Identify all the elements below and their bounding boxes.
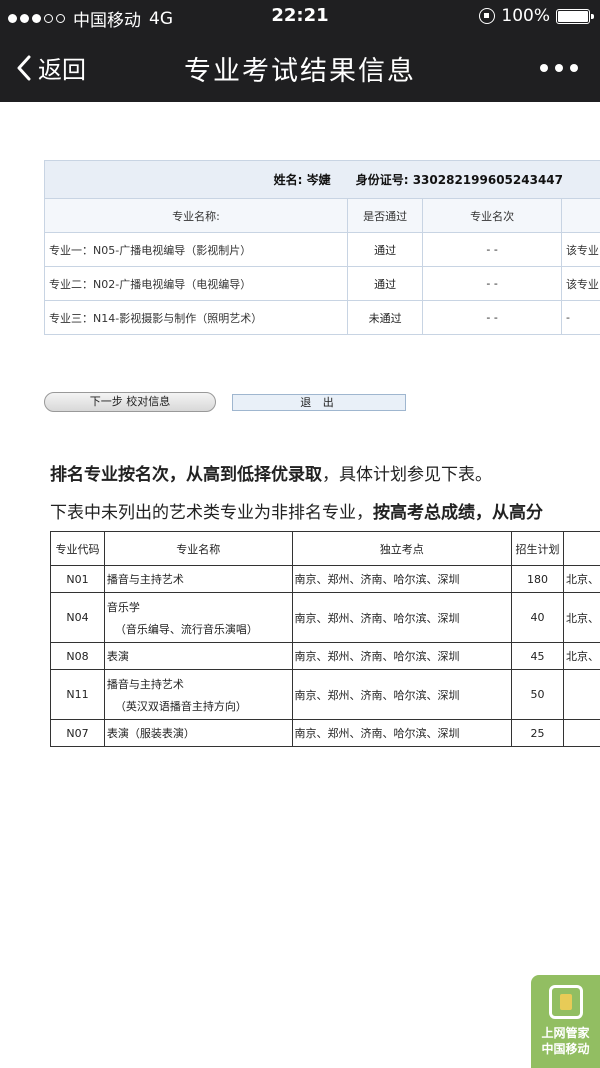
- extra-cell: 该专业: [560, 266, 600, 301]
- network-manager-widget[interactable]: 上网管家 中国移动: [531, 975, 600, 1068]
- battery-icon: [556, 8, 594, 24]
- ranking-note: 排名专业按名次，从高到低择优录取，具体计划参见下表。: [50, 465, 492, 485]
- major-cell: 专业三：N14-影视摄影与制作（照明艺术）: [44, 300, 348, 335]
- rank-cell: - -: [422, 300, 562, 335]
- widget-label-2: 中国移动: [541, 1042, 590, 1056]
- student-info: 姓名: 岑婕 身份证号: 330282199605243447: [44, 160, 600, 199]
- table-row: N07 表演（服装表演） 南京、郑州、济南、哈尔滨、深圳 25: [50, 719, 600, 747]
- table-row: 专业三：N14-影视摄影与制作（照明艺术） 未通过 - - -: [44, 300, 600, 335]
- nav-bar: 返回 专业考试结果信息: [0, 34, 600, 102]
- table-row: N04 音乐学 （音乐编导、流行音乐演唱） 南京、郑州、济南、哈尔滨、深圳 40…: [50, 592, 600, 643]
- more-options-icon[interactable]: [540, 64, 578, 72]
- battery-percent: 100%: [501, 6, 550, 26]
- status-bar: 中国移动 4G 22:21 100%: [0, 0, 600, 34]
- name-cell: 表演: [103, 642, 293, 670]
- non-ranking-note: 下表中未列出的艺术类专业为非排名专业，按高考总成绩，从高分: [50, 503, 543, 523]
- code-cell: N04: [50, 592, 105, 643]
- exam-result-table: 姓名: 岑婕 身份证号: 330282199605243447 专业名称: 是否…: [44, 160, 600, 335]
- header-extra: [560, 198, 600, 233]
- table-row: N08 表演 南京、郑州、济南、哈尔滨、深圳 45 北京、: [50, 642, 600, 670]
- sites-cell: 南京、郑州、济南、哈尔滨、深圳: [291, 642, 513, 670]
- rotation-lock-icon: [479, 8, 496, 24]
- extra-cell: -: [560, 300, 600, 335]
- major-cell: 专业一：N05-广播电视编导（影视制片）: [44, 232, 348, 267]
- quota-cell: 25: [511, 719, 565, 747]
- quota-cell: 45: [511, 642, 565, 670]
- result-header-row: 专业名称: 是否通过 专业名次: [44, 198, 600, 233]
- status-right: 100%: [479, 6, 594, 26]
- widget-label-1: 上网管家: [541, 1026, 590, 1040]
- sites-cell: 南京、郑州、济南、哈尔滨、深圳: [291, 719, 513, 747]
- extra-cell: [563, 669, 600, 720]
- extra-cell: 北京、: [563, 642, 600, 670]
- passed-cell: 未通过: [346, 300, 424, 335]
- page-title: 专业考试结果信息: [184, 56, 416, 87]
- extra-cell: [563, 719, 600, 747]
- table-row: N11 播音与主持艺术 （英汉双语播音主持方向） 南京、郑州、济南、哈尔滨、深圳…: [50, 669, 600, 720]
- table-row: 专业二：N02-广播电视编导（电视编导） 通过 - - 该专业: [44, 266, 600, 301]
- name-cell: 音乐学 （音乐编导、流行音乐演唱）: [103, 592, 293, 643]
- quota-cell: 40: [511, 592, 565, 643]
- header-sites: 独立考点: [291, 531, 513, 566]
- passed-cell: 通过: [346, 232, 424, 267]
- admission-plan-table: 专业代码 专业名称 独立考点 招生计划 N01 播音与主持艺术 南京、郑州、济南…: [50, 531, 600, 747]
- quota-cell: 50: [511, 669, 565, 720]
- header-name: 专业名称: [103, 531, 293, 566]
- major-cell: 专业二：N02-广播电视编导（电视编导）: [44, 266, 348, 301]
- code-cell: N11: [50, 669, 105, 720]
- student-info-row: 姓名: 岑婕 身份证号: 330282199605243447: [44, 160, 600, 199]
- extra-cell: 北京、: [563, 592, 600, 643]
- extra-cell: 该专业: [560, 232, 600, 267]
- plan-header-row: 专业代码 专业名称 独立考点 招生计划: [50, 531, 600, 566]
- name-subtitle: （英汉双语播音主持方向）: [114, 699, 247, 713]
- code-cell: N01: [50, 565, 105, 593]
- header-quota: 招生计划: [511, 531, 565, 566]
- name-cell: 播音与主持艺术: [103, 565, 293, 593]
- exit-button[interactable]: 退 出: [232, 394, 406, 411]
- header-rank: 专业名次: [422, 198, 562, 233]
- quota-cell: 180: [511, 565, 565, 593]
- header-extra: [563, 531, 600, 566]
- student-id: 330282199605243447: [412, 173, 563, 187]
- name-subtitle: （音乐编导、流行音乐演唱）: [114, 622, 258, 636]
- rank-cell: - -: [422, 232, 562, 267]
- sites-cell: 南京、郑州、济南、哈尔滨、深圳: [291, 592, 513, 643]
- table-row: N01 播音与主持艺术 南京、郑州、济南、哈尔滨、深圳 180 北京、: [50, 565, 600, 593]
- name-cell: 播音与主持艺术 （英汉双语播音主持方向）: [103, 669, 293, 720]
- page-content: 姓名: 岑婕 身份证号: 330282199605243447 专业名称: 是否…: [0, 102, 600, 1068]
- rank-cell: - -: [422, 266, 562, 301]
- header-passed: 是否通过: [346, 198, 424, 233]
- sites-cell: 南京、郑州、济南、哈尔滨、深圳: [291, 669, 513, 720]
- extra-cell: 北京、: [563, 565, 600, 593]
- header-major: 专业名称:: [44, 198, 348, 233]
- passed-cell: 通过: [346, 266, 424, 301]
- fuel-pump-icon: [548, 985, 583, 1019]
- code-cell: N08: [50, 642, 105, 670]
- sites-cell: 南京、郑州、济南、哈尔滨、深圳: [291, 565, 513, 593]
- student-name: 岑婕: [306, 173, 331, 187]
- name-cell: 表演（服装表演）: [103, 719, 293, 747]
- header-code: 专业代码: [50, 531, 105, 566]
- code-cell: N07: [50, 719, 105, 747]
- next-step-button[interactable]: 下一步 校对信息: [44, 392, 216, 412]
- top-bar: 中国移动 4G 22:21 100% 返回 专业考试结果信息: [0, 0, 600, 102]
- table-row: 专业一：N05-广播电视编导（影视制片） 通过 - - 该专业: [44, 232, 600, 267]
